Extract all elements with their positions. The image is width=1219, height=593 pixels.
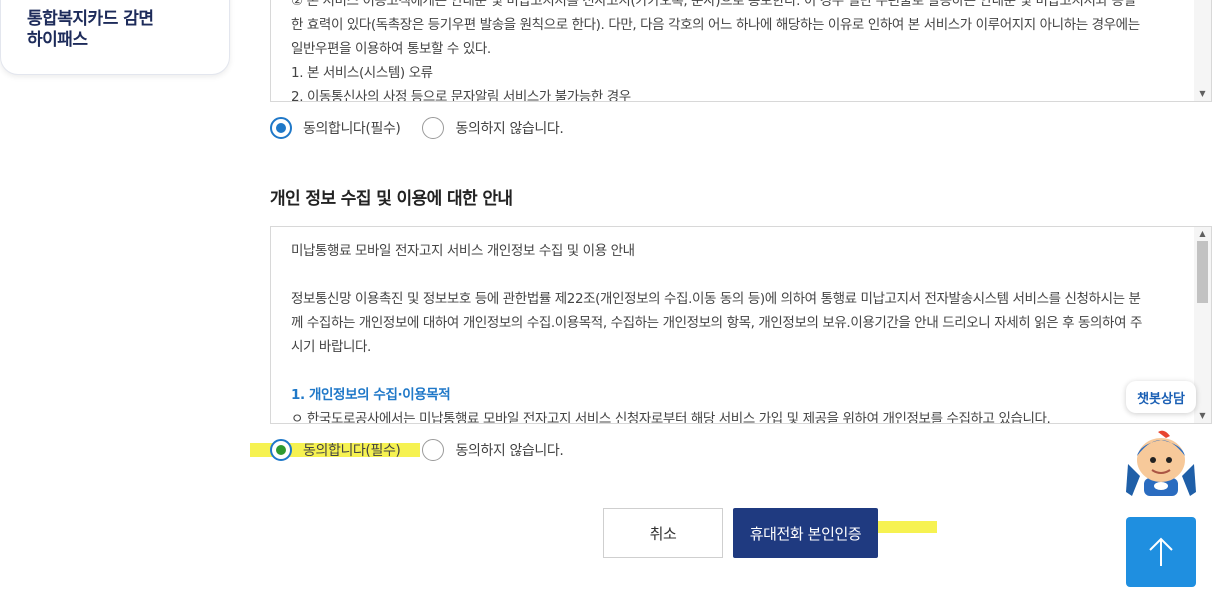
cancel-button[interactable]: 취소 xyxy=(603,508,723,558)
terms-content: ② 본 서비스 이용고객에게는 안내문 및 미납고지서를 전자고지(카카오톡, … xyxy=(271,0,1211,102)
privacy-subsection-line: ㅇ 한국도로공사에서는 미납통행료 모바일 전자고지 서비스 신청자로부터 해당… xyxy=(291,411,1051,424)
sidebar-card[interactable]: 통합복지카드 감면 하이패스 xyxy=(0,0,230,75)
terms-box-electronic-notice[interactable]: ② 본 서비스 이용고객에게는 안내문 및 미납고지서를 전자고지(카카오톡, … xyxy=(270,0,1212,102)
privacy-heading-line: 미납통행료 모바일 전자고지 서비스 개인정보 수집 및 이용 안내 xyxy=(291,243,635,259)
privacy-para-line: 시기 바랍니다. xyxy=(291,339,371,355)
terms1-consent-group: 동의합니다(필수) 동의하지 않습니다. xyxy=(270,116,585,140)
privacy-disagree-option[interactable]: 동의하지 않습니다. xyxy=(422,439,564,461)
terms-line: 2. 이동통신사의 사정 등으로 문자알림 서비스가 불가능한 경우 xyxy=(291,89,631,102)
privacy-section-title: 개인 정보 수집 및 이용에 대한 안내 xyxy=(270,189,513,209)
privacy-agree-label: 동의합니다(필수) xyxy=(303,443,401,459)
privacy-para-line: 정보통신망 이용촉진 및 정보보호 등에 관한법률 제22조(개인정보의 수집.… xyxy=(291,291,1141,307)
privacy-paragraph: 정보통신망 이용촉진 및 정보보호 등에 관한법률 제22조(개인정보의 수집.… xyxy=(291,287,1186,359)
terms1-agree-radio[interactable] xyxy=(270,117,292,139)
terms-line: ② 본 서비스 이용고객에게는 안내문 및 미납고지서를 전자고지(카카오톡, … xyxy=(291,0,1136,9)
chatbot-mascot-icon[interactable] xyxy=(1122,430,1200,498)
terms1-agree-label: 동의합니다(필수) xyxy=(303,121,401,137)
down-arrow-icon[interactable]: ▼ xyxy=(1194,409,1211,423)
terms-line: 1. 본 서비스(시스템) 오류 xyxy=(291,65,433,81)
scroll-thumb[interactable] xyxy=(1197,241,1208,303)
terms-box-privacy[interactable]: 미납통행료 모바일 전자고지 서비스 개인정보 수집 및 이용 안내 정보통신망… xyxy=(270,226,1212,424)
phone-verification-button[interactable]: 휴대전화 본인인증 xyxy=(733,508,878,558)
privacy-agree-option[interactable]: 동의합니다(필수) xyxy=(270,439,401,461)
chatbot-label[interactable]: 챗봇상담 xyxy=(1126,381,1196,413)
privacy-subsection-title: 1. 개인정보의 수집·이용목적 xyxy=(291,387,451,403)
privacy-consent-group: 동의합니다(필수) 동의하지 않습니다. xyxy=(270,438,585,462)
scrollbar[interactable]: ▼ xyxy=(1194,0,1211,101)
scroll-top-button[interactable] xyxy=(1126,517,1196,587)
terms-line: 한 효력이 있다(독촉장은 등기우편 발송을 원칙으로 한다). 다만, 다음 … xyxy=(291,17,1140,33)
sidebar-card-line2: 하이패스 xyxy=(27,30,88,50)
terms1-disagree-label: 동의하지 않습니다. xyxy=(455,121,564,137)
sidebar-card-line1: 통합복지카드 감면 xyxy=(27,9,154,29)
down-arrow-icon[interactable]: ▼ xyxy=(1194,87,1211,101)
terms1-agree-option[interactable]: 동의합니다(필수) xyxy=(270,117,401,139)
terms1-disagree-radio[interactable] xyxy=(422,117,445,139)
arrow-up-icon xyxy=(1149,537,1173,566)
scrollbar[interactable]: ▲ ▼ xyxy=(1194,227,1211,423)
privacy-agree-radio[interactable] xyxy=(270,439,292,461)
privacy-disagree-label: 동의하지 않습니다. xyxy=(455,443,564,459)
privacy-para-line: 께 수집하는 개인정보에 대하여 개인정보의 수집.이용목적, 수집하는 개인정… xyxy=(291,315,1142,331)
privacy-disagree-radio[interactable] xyxy=(422,439,445,461)
terms-line: 일반우편을 이용하여 통보할 수 있다. xyxy=(291,41,491,57)
terms1-disagree-option[interactable]: 동의하지 않습니다. xyxy=(422,117,564,139)
privacy-content: 미납통행료 모바일 전자고지 서비스 개인정보 수집 및 이용 안내 정보통신망… xyxy=(271,227,1211,424)
up-arrow-icon[interactable]: ▲ xyxy=(1194,227,1211,241)
